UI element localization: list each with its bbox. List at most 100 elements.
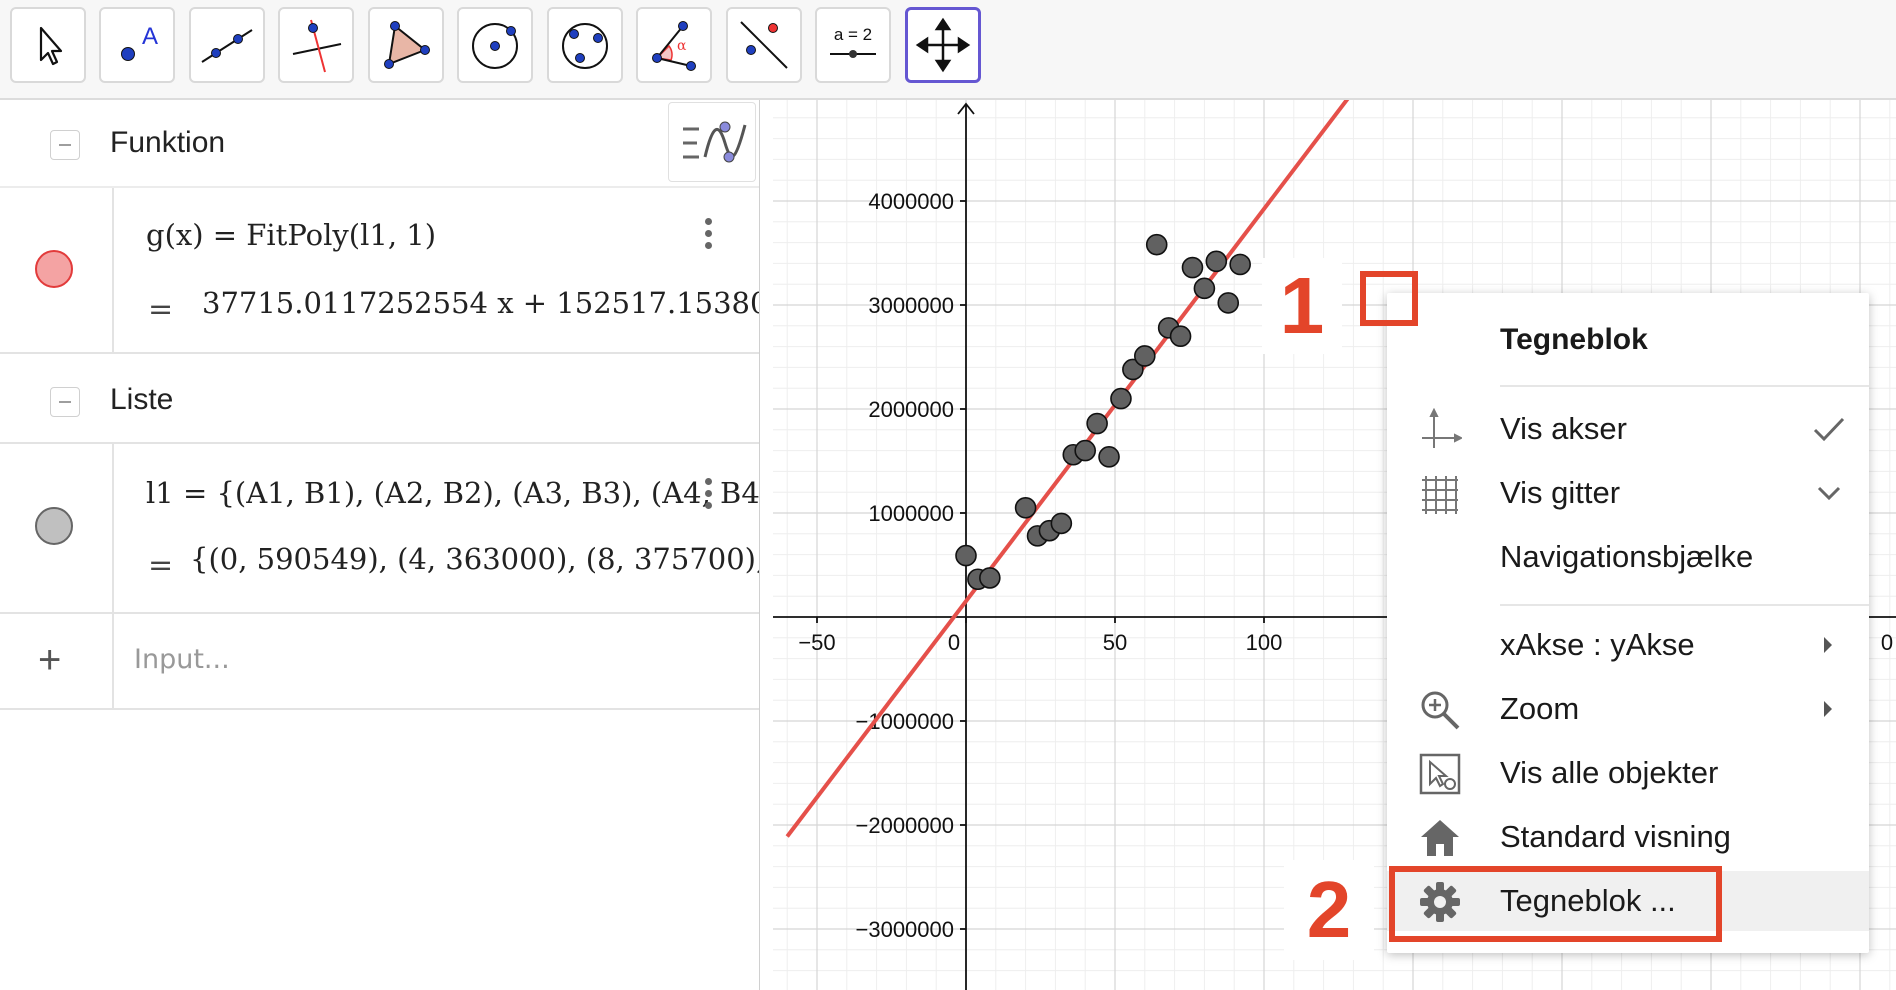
data-point — [1193, 277, 1216, 300]
menu-label-navigation-bar: Navigationsbjælke — [1500, 539, 1754, 574]
y-tick-label: −3000000 — [856, 917, 955, 942]
algebra-view: Funktion g(x) = FitPoly(l1, 1) = 37715.0… — [0, 100, 760, 990]
algebra-style-icon — [683, 121, 747, 163]
point-a-icon: A — [121, 23, 158, 61]
algebra-input-field[interactable]: Input... — [134, 644, 230, 675]
y-tick-label: 2000000 — [868, 397, 954, 422]
function-more-menu-icon[interactable] — [704, 218, 714, 258]
function-definition[interactable]: g(x) = FitPoly(l1, 1) — [146, 218, 436, 252]
check-icon — [1813, 417, 1845, 442]
zoom-icon — [1421, 691, 1460, 730]
menu-label-show-grid: Vis gitter — [1500, 475, 1621, 510]
add-item-icon[interactable]: + — [38, 638, 61, 683]
line-tool-button[interactable] — [189, 7, 265, 83]
menu-label-show-all-objects: Vis alle objekter — [1500, 755, 1719, 790]
menu-item-show-axes[interactable]: Vis akser — [1387, 399, 1869, 459]
context-menu-title: Tegneblok — [1500, 323, 1648, 356]
function-value-eq: = — [148, 292, 174, 327]
reflect-tool-button[interactable] — [726, 7, 802, 83]
data-point — [1181, 256, 1204, 279]
polygon-tool-button[interactable] — [368, 7, 444, 83]
annotation-box-2 — [1389, 866, 1722, 942]
chevron-right-icon — [1824, 701, 1832, 717]
chevron-right-icon — [1824, 637, 1832, 653]
menu-label-axis-ratio: xAkse : yAkse — [1500, 627, 1695, 662]
data-point — [979, 567, 1001, 589]
show-all-objects-icon — [1419, 753, 1461, 795]
slider-tool-button[interactable]: a = 2 — [815, 7, 891, 83]
data-point — [1169, 325, 1192, 347]
data-point — [1098, 446, 1120, 468]
menu-item-navigation-bar[interactable]: Navigationsbjælke — [1387, 527, 1869, 587]
data-point — [1086, 412, 1108, 435]
list-value: {(0, 590549), (4, 363000), (8, 375700), … — [190, 542, 760, 576]
point-a-label: A — [142, 23, 158, 50]
grid-icon — [1422, 476, 1458, 514]
menu-label-standard-view: Standard visning — [1500, 819, 1731, 854]
collapse-funktion-button[interactable] — [50, 130, 80, 160]
y-tick-label: −2000000 — [856, 813, 955, 838]
move-arrows-icon — [915, 17, 971, 73]
function-visibility-marble[interactable] — [35, 250, 73, 288]
slider-label: a = 2 — [834, 25, 872, 44]
data-point — [955, 544, 977, 567]
graphics-context-menu: Tegneblok Vis akser Vis gitter Navigatio… — [1387, 293, 1869, 953]
menu-item-zoom[interactable]: Zoom — [1387, 679, 1869, 739]
data-point — [1145, 233, 1168, 256]
home-icon — [1421, 820, 1459, 856]
reflect-icon — [740, 21, 788, 69]
data-point — [1074, 439, 1097, 462]
annotation-step-2: 2 — [1284, 860, 1374, 960]
section-label-liste: Liste — [110, 383, 174, 416]
circle-center-icon — [472, 23, 518, 69]
move-tool-button[interactable] — [10, 7, 86, 83]
toolbar: A α a = 2 — [0, 0, 1896, 100]
y-tick-label: 3000000 — [868, 293, 954, 318]
line-icon — [201, 29, 253, 63]
list-definition[interactable]: l1 = {(A1, B1), (A2, B2), (A3, B3), (A4,… — [146, 476, 759, 510]
menu-label-zoom: Zoom — [1500, 691, 1580, 726]
menu-label-show-axes: Vis akser — [1500, 411, 1627, 446]
perpendicular-icon — [292, 19, 342, 73]
data-point — [1205, 250, 1228, 273]
data-point — [1110, 387, 1132, 410]
y-tick-label: 4000000 — [868, 189, 954, 214]
list-value-eq: = — [148, 548, 174, 583]
data-point — [1133, 345, 1156, 367]
function-value: 37715.0117252554 x + 152517.1538011 — [202, 286, 760, 320]
annotation-box-1 — [1360, 271, 1418, 326]
list-more-menu-icon[interactable] — [704, 478, 714, 518]
move-graphics-view-tool-button[interactable] — [905, 7, 981, 83]
alpha-label: α — [677, 38, 687, 54]
angle-tool-button[interactable]: α — [636, 7, 712, 83]
data-point — [1050, 512, 1073, 535]
x-tick-label: 0 — [948, 630, 960, 655]
data-point — [1014, 496, 1037, 519]
algebra-settings-button[interactable] — [668, 102, 756, 182]
circle-three-points-tool-button[interactable] — [547, 7, 623, 83]
point-tool-button[interactable]: A — [99, 7, 175, 83]
menu-item-show-grid[interactable]: Vis gitter — [1387, 463, 1869, 523]
annotation-step-1: 1 — [1262, 258, 1342, 354]
menu-item-standard-view[interactable]: Standard visning — [1387, 807, 1869, 867]
x-tick-label: 0 — [1881, 630, 1893, 655]
circle-three-points-icon — [562, 23, 608, 69]
x-tick-label: −50 — [798, 630, 835, 655]
circle-center-tool-button[interactable] — [457, 7, 533, 83]
x-tick-label: 100 — [1246, 630, 1283, 655]
data-point — [1217, 292, 1240, 314]
chevron-down-icon — [1817, 486, 1841, 501]
polygon-icon — [384, 21, 430, 69]
section-label-funktion: Funktion — [110, 126, 226, 159]
collapse-liste-button[interactable] — [50, 387, 80, 417]
menu-item-axis-ratio[interactable]: xAkse : yAkse — [1387, 615, 1869, 675]
axes-icon — [1422, 408, 1462, 448]
menu-item-show-all-objects[interactable]: Vis alle objekter — [1387, 743, 1869, 803]
angle-icon: α — [652, 21, 696, 71]
list-visibility-marble[interactable] — [35, 507, 73, 545]
slider-icon: a = 2 — [830, 25, 876, 58]
x-tick-label: 50 — [1103, 630, 1127, 655]
arrow-pointer-icon — [39, 26, 63, 66]
perpendicular-line-tool-button[interactable] — [278, 7, 354, 83]
data-point — [1229, 253, 1251, 276]
